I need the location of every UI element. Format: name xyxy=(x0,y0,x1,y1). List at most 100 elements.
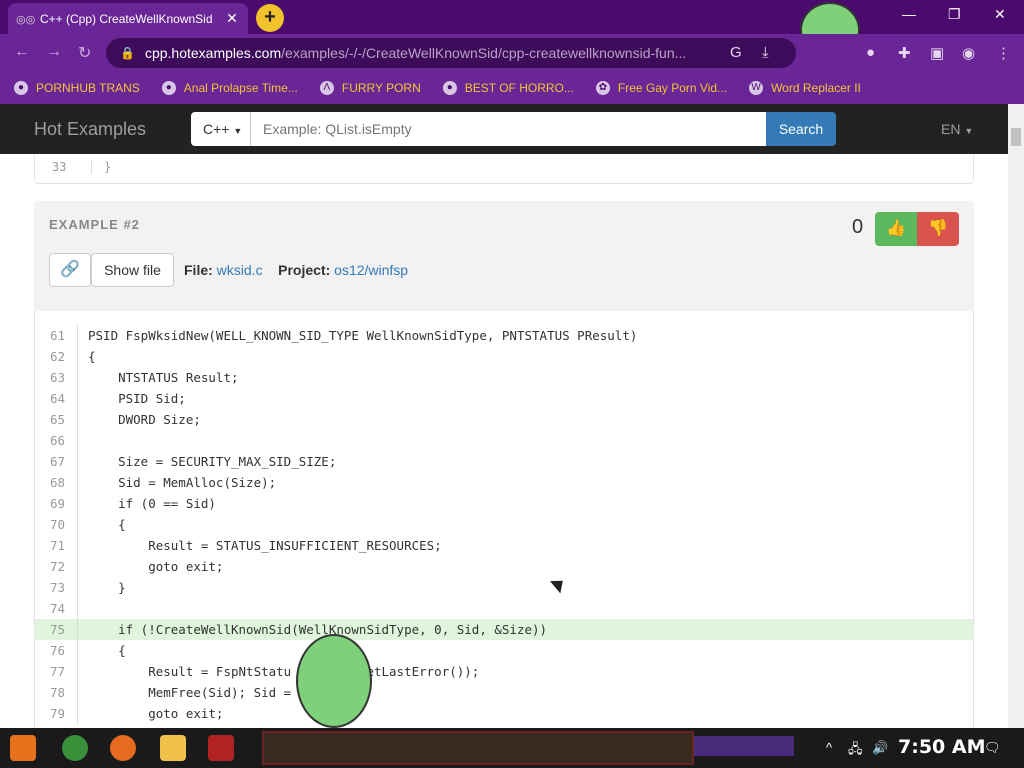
project-label: Project: xyxy=(278,262,331,278)
gutter-divider xyxy=(77,430,78,451)
volume-icon[interactable]: 🔊 xyxy=(872,740,888,756)
url-host: cpp.hotexamples.com xyxy=(144,45,282,61)
bookmark-item[interactable]: W Word Replacer II xyxy=(749,81,861,95)
code-line: 72 goto exit; xyxy=(35,556,973,577)
install-icon[interactable]: ⤓ xyxy=(762,44,769,61)
back-icon[interactable]: ← xyxy=(14,43,30,61)
thumbs-up-icon: 👍 xyxy=(886,220,906,237)
line-number: 65 xyxy=(49,412,65,427)
browser-tab-active[interactable]: ◎◎ C++ (Cpp) CreateWellKnownSid ✕ xyxy=(8,3,248,34)
address-bar[interactable]: 🔒 cpp.hotexamples.com/examples/-/-/Creat… xyxy=(106,38,796,68)
tab-favicon-icon: ◎◎ xyxy=(16,13,36,26)
line-number: 69 xyxy=(49,496,65,511)
tray-expand-icon[interactable]: ^ xyxy=(826,740,832,755)
search-input[interactable] xyxy=(251,112,766,146)
line-number: 61 xyxy=(49,328,65,343)
gutter-divider xyxy=(77,388,78,409)
gutter-divider xyxy=(77,703,78,724)
code-line: 70 { xyxy=(35,514,973,535)
previous-code-block: 33 } xyxy=(34,154,974,184)
line-number: 33 xyxy=(52,160,67,174)
browser-tab-bar: ◎◎ C++ (Cpp) CreateWellKnownSid ✕ + — ❐ … xyxy=(0,0,1024,58)
code-line: 78 MemFree(Sid); Sid = 0; xyxy=(35,682,973,703)
upvote-button[interactable]: 👍 xyxy=(875,212,917,246)
chrome-icon[interactable] xyxy=(62,735,88,761)
code-line: 71 Result = STATUS_INSUFFICIENT_RESOURCE… xyxy=(35,535,973,556)
taskbar-banner-image xyxy=(262,731,694,765)
account-icon[interactable]: ◉ xyxy=(962,44,975,62)
bookmark-item[interactable]: ● PORNHUB TRANS xyxy=(14,81,140,95)
gutter-divider xyxy=(77,367,78,388)
bookmark-item[interactable]: ● Anal Prolapse Time... xyxy=(161,81,298,95)
gutter-divider xyxy=(77,577,78,598)
site-brand[interactable]: Hot Examples xyxy=(34,119,146,140)
code-text: goto exit; xyxy=(88,559,224,574)
side-panel-icon[interactable]: ▣ xyxy=(930,44,944,62)
notifications-icon[interactable]: 🗨 xyxy=(984,740,1001,756)
code-line: 65 DWORD Size; xyxy=(35,409,973,430)
menu-icon[interactable]: ⋮ xyxy=(996,44,1011,62)
code-line: 67 Size = SECURITY_MAX_SID_SIZE; xyxy=(35,451,973,472)
bookmark-favicon-icon: ✿ xyxy=(595,81,610,95)
bookmark-item[interactable]: Λ FURRY PORN xyxy=(319,81,421,95)
gutter-divider xyxy=(77,535,78,556)
mascot-image xyxy=(296,634,372,728)
permalink-button[interactable]: 🔗 xyxy=(49,253,91,287)
new-tab-button[interactable]: + xyxy=(256,4,284,32)
forward-icon[interactable]: → xyxy=(46,43,62,61)
bookmark-item[interactable]: ● BEST OF HORRO... xyxy=(442,81,574,95)
bookmark-item[interactable]: ✿ Free Gay Porn Vid... xyxy=(595,81,727,95)
line-number: 73 xyxy=(49,580,65,595)
code-text: { xyxy=(88,349,96,364)
example-header-panel: EXAMPLE #2 0 👍 👎 🔗 Show file File: wksid… xyxy=(34,201,974,311)
code-text: Size = SECURITY_MAX_SID_SIZE; xyxy=(88,454,337,469)
close-window-icon[interactable]: ✕ xyxy=(994,6,1006,23)
minimize-icon[interactable]: — xyxy=(902,6,916,22)
caret-down-icon: ▼ xyxy=(233,126,243,136)
code-line: 79 goto exit; xyxy=(35,703,973,724)
gutter-divider xyxy=(77,619,78,640)
line-number: 64 xyxy=(49,391,65,406)
taskbar-clock[interactable]: 7:50 AM xyxy=(898,736,986,758)
bookmark-favicon-icon: ● xyxy=(161,81,176,95)
line-number: 72 xyxy=(49,559,65,574)
locale-dropdown[interactable]: EN ▼ xyxy=(941,121,973,137)
vote-count: 0 xyxy=(852,216,864,238)
code-text: { xyxy=(88,643,126,658)
restore-icon[interactable]: ❐ xyxy=(948,6,961,23)
page-scrollbar[interactable] xyxy=(1008,104,1024,728)
start-button-icon[interactable] xyxy=(10,735,36,761)
firefox-icon[interactable] xyxy=(110,735,136,761)
code-line: 76 { xyxy=(35,640,973,661)
google-icon[interactable]: G xyxy=(730,44,742,61)
language-select[interactable]: C++ ▼ xyxy=(191,112,251,146)
code-text: } xyxy=(88,580,126,595)
line-number: 76 xyxy=(49,643,65,658)
project-link[interactable]: os12/winfsp xyxy=(334,262,408,278)
devcpp-icon[interactable] xyxy=(208,735,234,761)
reload-icon[interactable]: ↻ xyxy=(78,43,91,63)
downvote-button[interactable]: 👎 xyxy=(917,212,959,246)
scrollbar-thumb[interactable] xyxy=(1011,128,1021,146)
line-number: 63 xyxy=(49,370,65,385)
code-text: { xyxy=(88,517,126,532)
file-explorer-icon[interactable] xyxy=(160,735,186,761)
file-info: File: wksid.c Project: os12/winfsp xyxy=(184,262,408,278)
code-text: Sid = MemAlloc(Size); xyxy=(88,475,277,490)
profile-avatar-icon[interactable]: ● xyxy=(866,44,875,61)
url-path: /examples/-/-/CreateWellKnownSid/cpp-cre… xyxy=(281,45,687,61)
show-file-button[interactable]: Show file xyxy=(91,253,174,287)
code-text: goto exit; xyxy=(88,706,224,721)
line-number: 68 xyxy=(49,475,65,490)
thumbs-down-icon: 👎 xyxy=(928,220,948,237)
search-button[interactable]: Search xyxy=(766,112,836,146)
tab-close-icon[interactable]: ✕ xyxy=(224,10,240,27)
lock-icon: 🔒 xyxy=(120,46,135,60)
code-line: 66 xyxy=(35,430,973,451)
network-icon[interactable]: 🖧 xyxy=(848,740,863,762)
gutter-divider xyxy=(77,682,78,703)
extensions-icon[interactable]: ✚ xyxy=(898,44,911,62)
gutter-divider xyxy=(77,493,78,514)
file-link[interactable]: wksid.c xyxy=(217,262,263,278)
line-number: 71 xyxy=(49,538,65,553)
